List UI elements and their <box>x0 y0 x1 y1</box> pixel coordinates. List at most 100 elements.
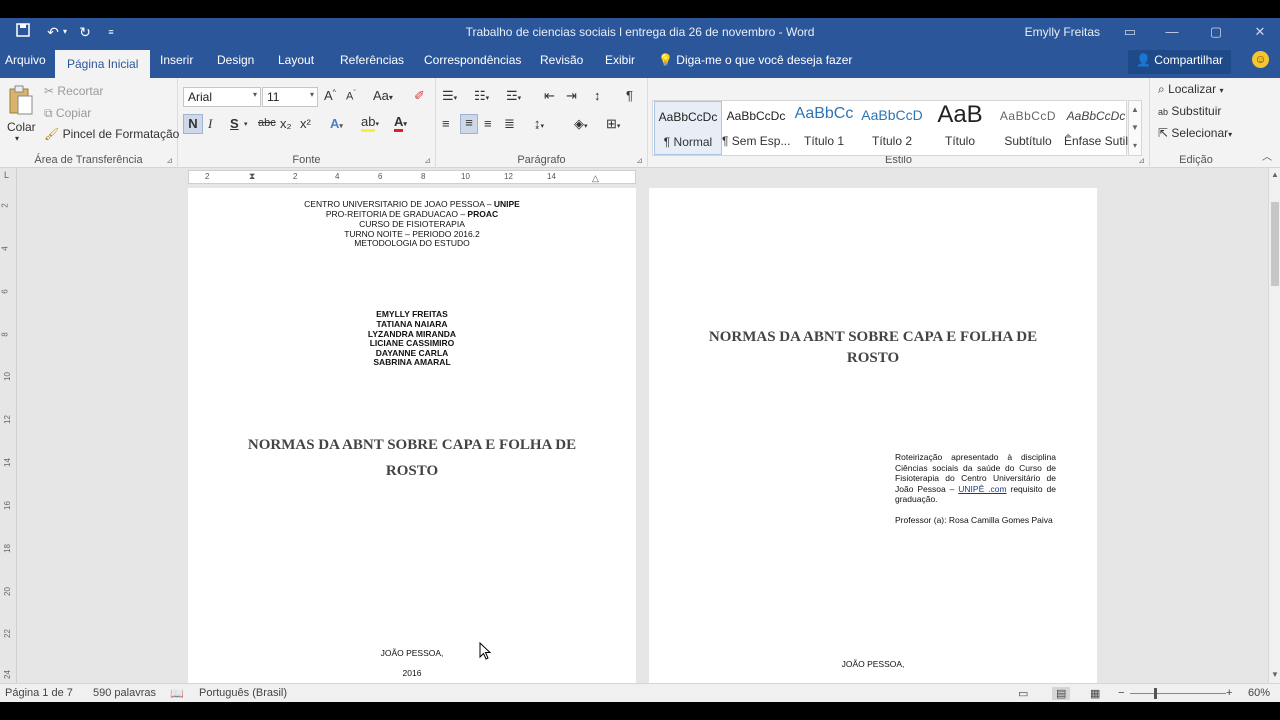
style-titulo-1[interactable]: AaBbCc Título 1 <box>790 101 858 155</box>
italic-button[interactable]: I <box>208 116 212 132</box>
line-spacing-icon[interactable]: ↨▾ <box>534 116 544 131</box>
tab-layout[interactable]: Layout <box>278 53 314 67</box>
align-center-icon[interactable]: ≡ <box>460 114 478 134</box>
styles-scroll[interactable]: ▲ ▼ ▾ <box>1128 100 1142 156</box>
strikethrough-button[interactable]: abc <box>258 117 276 129</box>
dialog-launcher-icon[interactable]: ⊿ <box>636 156 643 165</box>
read-mode-icon[interactable]: ▭ <box>1018 687 1028 700</box>
minimize-icon[interactable]: — <box>1160 22 1184 42</box>
language[interactable]: Português (Brasil) <box>199 687 287 699</box>
more-styles-icon[interactable]: ▾ <box>1129 137 1141 155</box>
justify-icon[interactable]: ≣ <box>504 116 515 132</box>
proofing-icon[interactable]: 📖 <box>170 687 184 700</box>
replace-button[interactable]: ab Substituir <box>1158 104 1221 118</box>
align-right-icon[interactable]: ≡ <box>484 116 492 131</box>
paste-button[interactable]: Colar <box>7 120 36 134</box>
select-button[interactable]: ⇱ Selecionar▾ <box>1158 126 1232 140</box>
bullets-icon[interactable]: ☰▾ <box>442 88 457 104</box>
bold-button[interactable]: N <box>183 114 203 134</box>
zoom-out-icon[interactable]: − <box>1118 687 1124 699</box>
find-button[interactable]: ⌕ Localizar ▾ <box>1158 82 1223 97</box>
copy-button[interactable]: ⧉ Copiar <box>44 106 91 121</box>
share-button[interactable]: 👤 Compartilhar <box>1128 50 1231 74</box>
font-name-combo[interactable]: Arial ▾ <box>183 87 261 107</box>
tab-exibir[interactable]: Exibir <box>605 53 635 67</box>
format-painter-button[interactable]: 🖌 Pincel de Formatação <box>44 127 179 141</box>
scroll-thumb[interactable] <box>1271 202 1279 286</box>
zoom-slider-thumb[interactable] <box>1154 688 1157 699</box>
style-titulo-2[interactable]: AaBbCcD Título 2 <box>858 101 926 155</box>
maximize-icon[interactable]: ▢ <box>1204 22 1228 42</box>
tab-correspondencias[interactable]: Correspondências <box>424 53 521 67</box>
feedback-smiley-icon[interactable]: ☺ <box>1252 51 1269 68</box>
grow-font-icon[interactable]: A^ <box>324 88 336 103</box>
horizontal-ruler[interactable]: 2 2 4 6 8 10 12 14 ⧗ △ <box>188 170 636 184</box>
dialog-launcher-icon[interactable]: ⊿ <box>1138 156 1145 165</box>
underline-dropdown-icon[interactable]: ▾ <box>244 120 248 128</box>
vertical-ruler[interactable]: L 2 4 6 8 10 12 14 16 18 20 22 24 <box>0 168 17 683</box>
numbering-icon[interactable]: ☷▾ <box>474 88 489 104</box>
style-titulo[interactable]: AaB Título <box>926 101 994 155</box>
word-count[interactable]: 590 palavras <box>93 687 156 699</box>
font-size-combo[interactable]: 11 ▾ <box>262 87 318 107</box>
document-page-2[interactable]: NORMAS DA ABNT SOBRE CAPA E FOLHA DE ROS… <box>649 188 1097 683</box>
dialog-launcher-icon[interactable]: ⊿ <box>424 156 431 165</box>
collapse-ribbon-icon[interactable]: ︿ <box>1262 148 1272 163</box>
vruler-mark: 8 <box>0 332 10 337</box>
vertical-scrollbar[interactable]: ▲ ▼ <box>1268 168 1280 683</box>
style-sem-espacamento[interactable]: AaBbCcDc ¶ Sem Esp... <box>722 101 790 155</box>
style-subtitulo[interactable]: AaBbCcD Subtítulo <box>994 101 1062 155</box>
scroll-up-icon[interactable]: ▲ <box>1271 170 1279 179</box>
shrink-font-icon[interactable]: Aˇ <box>346 90 356 103</box>
tab-revisao[interactable]: Revisão <box>540 53 583 67</box>
align-left-icon[interactable]: ≡ <box>442 116 450 131</box>
document-page-1[interactable]: CENTRO UNIVERSITARIO DE JOAO PESSOA – UN… <box>188 188 636 683</box>
underline-button[interactable]: S <box>230 116 239 131</box>
tell-me-box[interactable]: 💡 Diga-me o que você deseja fazer <box>658 53 852 67</box>
highlight-icon[interactable]: ab▾ <box>361 114 379 132</box>
chevron-down-icon[interactable]: ▼ <box>1129 119 1141 137</box>
tab-selector-icon[interactable]: L <box>4 170 9 180</box>
cut-button[interactable]: ✂ Recortar <box>44 84 103 98</box>
zoom-in-icon[interactable]: + <box>1226 687 1232 699</box>
style-normal[interactable]: AaBbCcDc ¶ Normal <box>654 101 722 155</box>
indent-marker-icon[interactable]: ⧗ <box>249 171 255 182</box>
print-layout-icon[interactable]: ▤ <box>1052 687 1071 700</box>
shading-icon[interactable]: ◈▾ <box>574 116 588 132</box>
chevron-up-icon[interactable]: ▲ <box>1129 101 1141 119</box>
note-link[interactable]: UNIPÊ .com <box>958 484 1006 494</box>
style-enfase-sutil[interactable]: AaBbCcDc Ênfase Sutil <box>1062 101 1130 155</box>
increase-indent-icon[interactable]: ⇥ <box>566 88 577 104</box>
web-layout-icon[interactable]: ▦ <box>1090 687 1100 700</box>
ribbon-options-icon[interactable]: ▭ <box>1118 22 1142 42</box>
sort-icon[interactable]: ↕ <box>594 88 601 103</box>
tab-design[interactable]: Design <box>217 53 254 67</box>
tab-referencias[interactable]: Referências <box>340 53 404 67</box>
paste-icon[interactable] <box>8 84 34 116</box>
document-workspace[interactable]: 2 2 4 6 8 10 12 14 ⧗ △ CENTRO UNIVERSITA… <box>0 168 1268 683</box>
zoom-level[interactable]: 60% <box>1248 687 1270 699</box>
right-indent-marker-icon[interactable]: △ <box>592 173 599 184</box>
vruler-mark: 16 <box>2 501 12 510</box>
borders-icon[interactable]: ⊞▾ <box>606 116 620 132</box>
dialog-launcher-icon[interactable]: ⊿ <box>166 156 173 165</box>
paste-dropdown-icon[interactable]: ▾ <box>15 134 19 143</box>
subscript-button[interactable]: x₂ <box>280 116 292 131</box>
change-case-button[interactable]: Aa▾ <box>373 88 393 103</box>
paragraph-group-label: Parágrafo ⊿ <box>436 154 647 166</box>
decrease-indent-icon[interactable]: ⇤ <box>544 88 555 104</box>
tab-arquivo[interactable]: Arquivo <box>5 53 46 67</box>
page-count[interactable]: Página 1 de 7 <box>5 687 73 699</box>
text-effects-icon[interactable]: A▾ <box>330 116 343 131</box>
font-color-icon[interactable]: A▾ <box>394 114 407 132</box>
tab-pagina-inicial[interactable]: Página Inicial <box>55 50 151 78</box>
close-icon[interactable]: ✕ <box>1248 22 1272 42</box>
user-name[interactable]: Emylly Freitas <box>1025 25 1100 39</box>
multilevel-list-icon[interactable]: ☲▾ <box>506 88 521 104</box>
superscript-button[interactable]: x² <box>300 116 311 131</box>
clear-format-icon[interactable]: ✐ <box>414 88 425 104</box>
scroll-down-icon[interactable]: ▼ <box>1271 670 1279 679</box>
pilcrow-icon[interactable]: ¶ <box>626 88 633 103</box>
zoom-slider[interactable] <box>1130 693 1226 694</box>
tab-inserir[interactable]: Inserir <box>160 53 193 67</box>
